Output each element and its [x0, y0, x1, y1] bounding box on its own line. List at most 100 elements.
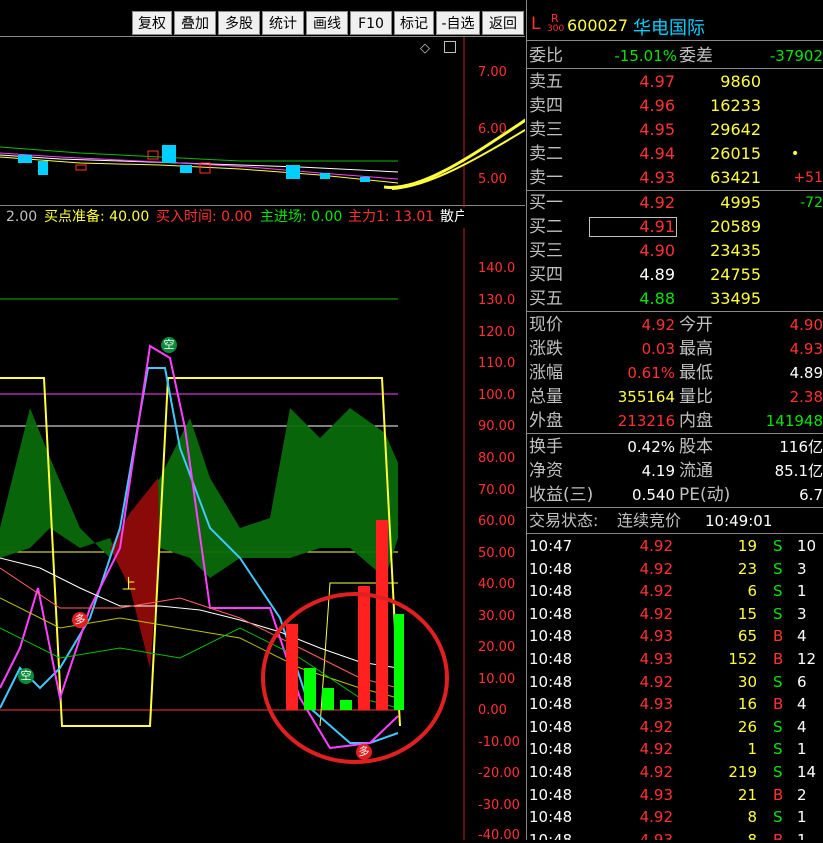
wei-bi-label: 委比	[529, 46, 563, 66]
stat-label: 股本	[679, 437, 713, 457]
toolbar-fuquan-button[interactable]: 复权	[132, 11, 172, 35]
indicator-tick: 140.0	[478, 261, 516, 276]
indicator-tick: 90.00	[478, 419, 516, 434]
stat-value: 4.19	[641, 462, 675, 480]
indicator-tick: 10.00	[478, 672, 516, 687]
upper-price-chart[interactable]: ◇ 7.00 6.00 5.00	[0, 36, 525, 207]
stock-code[interactable]: 600027	[567, 16, 628, 35]
wei-bi-row: 委比 -15.01% 委差 -37902	[527, 44, 823, 68]
stat-value: 4.90	[789, 316, 823, 334]
toolbar-watchlist-button[interactable]: -自选	[436, 11, 480, 35]
buy-extra: -72	[800, 195, 823, 211]
indicator-buy-prep: 买点准备: 40.00	[44, 209, 150, 225]
sell-label: 卖四	[529, 96, 563, 116]
buy-label: 买四	[529, 265, 563, 285]
stat-value: 4.92	[641, 316, 675, 334]
tick-count: 6	[797, 672, 807, 691]
tick-volume: 26	[737, 717, 757, 736]
indicator-tick: -30.00	[478, 798, 520, 813]
indicator-tick: -10.00	[478, 735, 520, 750]
trade-status-value: 连续竞价	[617, 511, 682, 530]
indicator-tick: 110.0	[478, 356, 516, 371]
stat-row: 涨幅 0.61% 最低 4.89	[527, 361, 823, 385]
buy-volume: 4995	[720, 193, 761, 212]
price-tick: 7.00	[478, 65, 507, 80]
stat-row: 收益(三) 0.540 PE(动) 6.7	[527, 483, 823, 507]
toolbar-multi-stock-button[interactable]: 多股	[218, 11, 260, 35]
tick-side: S	[773, 604, 783, 623]
indicator-tick: 80.00	[478, 451, 516, 466]
tick-side: S	[773, 740, 783, 759]
toolbar-mark-button[interactable]: 标记	[394, 11, 434, 35]
tick-row: 10:48 4.92 23 S 3	[527, 558, 823, 581]
sell-extra: •	[791, 146, 800, 162]
tick-list[interactable]: 10:47 4.92 19 S 10 10:48 4.92 23 S 3 10:48 4.92 6 S 1 1…	[527, 535, 823, 840]
stat-value: 141948	[765, 412, 823, 430]
tick-price: 4.93	[639, 695, 673, 714]
stat-value: 0.540	[632, 486, 675, 504]
stat-value: 6.7	[799, 486, 823, 504]
tick-count: 3	[797, 559, 807, 578]
tick-volume: 152	[728, 650, 757, 668]
stat-label: PE(动)	[679, 485, 731, 505]
trade-status-label: 交易状态:	[529, 511, 599, 530]
tick-count: 1	[797, 740, 807, 759]
toolbar-stats-button[interactable]: 统计	[262, 11, 304, 35]
tick-side: S	[773, 537, 783, 555]
tick-volume: 15	[737, 604, 757, 623]
tick-time: 10:48	[529, 582, 573, 601]
toolbar-back-button[interactable]: 返回	[482, 11, 524, 35]
tick-time: 10:48	[529, 604, 573, 623]
stat-label: 最低	[679, 363, 713, 383]
stat-label: 现价	[529, 315, 563, 335]
sell-row: 卖五 4.97 9860	[527, 70, 823, 94]
sell-extra: +51	[793, 170, 823, 186]
stat-row: 净资 4.19 流通 85.1亿	[527, 459, 823, 483]
sell-row: 卖二 4.94 26015 •	[527, 142, 823, 166]
stat-value: 2.38	[789, 388, 823, 406]
sell-price: 4.95	[639, 120, 675, 139]
sell-volume: 63421	[710, 168, 761, 187]
stat-label: 总量	[529, 387, 563, 407]
tick-side: B	[773, 785, 784, 804]
buy-label: 买五	[529, 289, 563, 309]
buy-row: 买五 4.88 33495	[527, 287, 823, 311]
tick-row: 10:48 4.93 8 B 1	[527, 829, 823, 840]
stat-label: 外盘	[529, 411, 563, 431]
tick-side: B	[773, 695, 784, 714]
tick-side: S	[773, 582, 783, 601]
toolbar-f10-button[interactable]: F10	[350, 11, 392, 35]
stat-value: 213216	[617, 412, 675, 430]
toolbar-overlay-button[interactable]: 叠加	[174, 11, 216, 35]
panel-toggle-icon[interactable]	[444, 41, 456, 53]
trade-status-time: 10:49:01	[705, 512, 773, 530]
sell-price: 4.96	[639, 96, 675, 115]
tick-time: 10:48	[529, 785, 573, 804]
tick-side: S	[773, 559, 783, 578]
flag-l: L	[531, 14, 541, 34]
diamond-icon[interactable]: ◇	[420, 41, 430, 56]
indicator-tick: 70.00	[478, 483, 516, 498]
tick-row: 10:48 4.93 21 B 2	[527, 784, 823, 807]
stat-row: 现价 4.92 今开 4.90	[527, 313, 823, 337]
indicator-chart[interactable]: 空 空 多 多 上 140.0 130.0 120.0 110.0 100.0 …	[0, 228, 525, 843]
tick-side: S	[773, 717, 783, 736]
short-signal-marker: 空	[18, 668, 34, 684]
stat-value: 0.03	[641, 340, 675, 358]
tick-volume: 21	[737, 785, 757, 804]
stat-label: 收益(三)	[529, 485, 594, 505]
tick-count: 4	[797, 627, 807, 646]
stat-label: 最高	[679, 339, 713, 359]
tick-price: 4.92	[639, 559, 673, 578]
chart-annotation: 上	[122, 577, 136, 593]
tick-time: 10:48	[529, 717, 573, 736]
stock-name[interactable]: 华电国际	[633, 14, 705, 40]
toolbar-draw-line-button[interactable]: 画线	[306, 11, 348, 35]
stat-value: 116亿	[779, 438, 823, 456]
tick-count: 10	[797, 537, 817, 555]
tick-row: 10:48 4.92 26 S 4	[527, 716, 823, 739]
tick-row: 10:48 4.92 8 S 1	[527, 806, 823, 829]
tick-count: 4	[797, 695, 807, 714]
tick-side: S	[773, 808, 783, 827]
tick-side: B	[773, 627, 784, 646]
